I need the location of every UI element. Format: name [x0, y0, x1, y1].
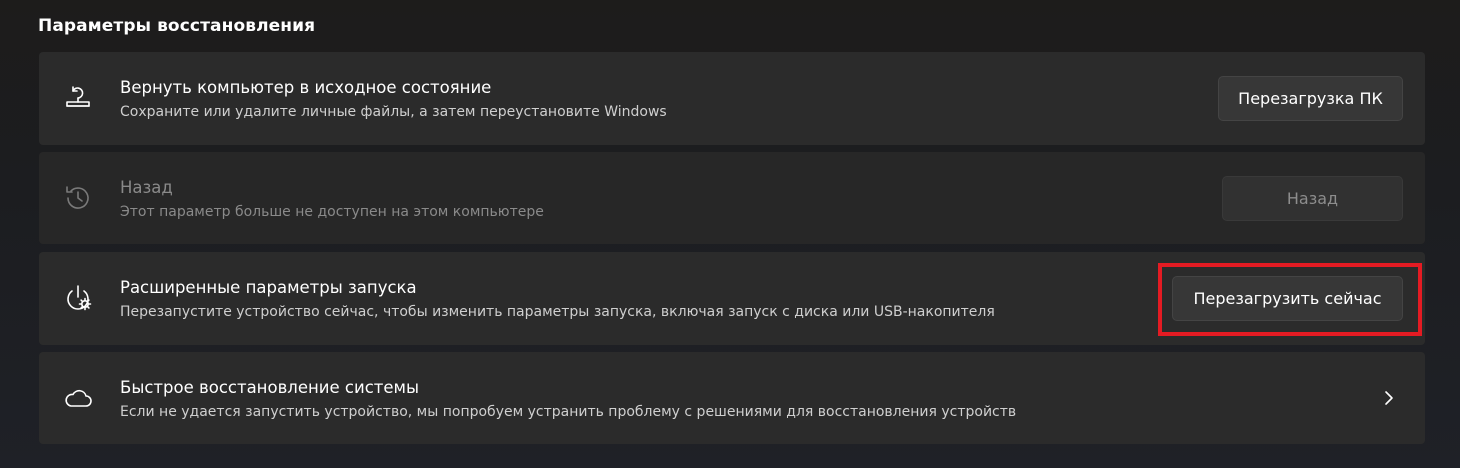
- reset-pc-title: Вернуть компьютер в исходное состояние: [120, 78, 492, 97]
- go-back-card: Назад Этот параметр больше не доступен н…: [39, 152, 1425, 244]
- advanced-startup-icon: [61, 281, 95, 315]
- go-back-button[interactable]: Назад: [1222, 176, 1403, 221]
- section-title: Параметры восстановления: [38, 16, 316, 36]
- quick-recovery-title: Быстрое восстановление системы: [120, 378, 419, 397]
- chevron-right-icon[interactable]: [1379, 388, 1399, 408]
- reset-pc-card: Вернуть компьютер в исходное состояние С…: [39, 52, 1425, 145]
- go-back-title: Назад: [120, 178, 173, 197]
- pc-reset-icon: [61, 81, 95, 115]
- history-icon: [61, 181, 95, 215]
- quick-recovery-card[interactable]: Быстрое восстановление системы Если не у…: [39, 352, 1425, 444]
- go-back-description: Этот параметр больше не доступен на этом…: [120, 204, 544, 220]
- quick-recovery-description: Если не удается запустить устройство, мы…: [120, 404, 1017, 420]
- cloud-icon: [61, 381, 95, 415]
- advanced-startup-title: Расширенные параметры запуска: [120, 278, 417, 297]
- reset-pc-button[interactable]: Перезагрузка ПК: [1218, 76, 1403, 121]
- advanced-startup-card: Расширенные параметры запуска Перезапуст…: [39, 252, 1425, 345]
- restart-now-button[interactable]: Перезагрузить сейчас: [1172, 276, 1403, 321]
- advanced-startup-description: Перезапустите устройство сейчас, чтобы и…: [120, 304, 995, 320]
- reset-pc-description: Сохраните или удалите личные файлы, а за…: [120, 104, 667, 120]
